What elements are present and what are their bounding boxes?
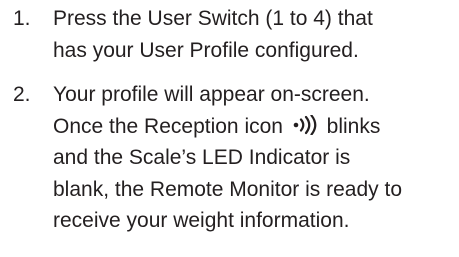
text-before-icon: Once the Reception icon — [53, 114, 283, 138]
step-text: Press the User Switch (1 to 4) that has … — [53, 3, 459, 66]
step-text: Your profile will appear on-screen. Once… — [53, 79, 459, 237]
step-line: has your User Profile configured. — [53, 38, 359, 62]
step-line: receive your weight information. — [53, 209, 350, 232]
text-after-icon: blinks — [326, 114, 381, 138]
reception-icon — [290, 113, 320, 136]
step-line: blank, the Remote Monitor is ready to — [53, 177, 403, 201]
step-line: and the Scale’s LED Indicator is — [53, 146, 351, 169]
step-line: Press the User Switch (1 to 4) that — [53, 7, 373, 30]
step-number: 1. — [13, 7, 31, 30]
step-line-with-icon: Once the Reception icon blinks — [53, 111, 459, 143]
step-line: Your profile will appear on-screen. — [53, 83, 370, 106]
instruction-steps: 1. Press the User Switch (1 to 4) that h… — [0, 0, 459, 257]
step-number: 2. — [13, 83, 31, 106]
